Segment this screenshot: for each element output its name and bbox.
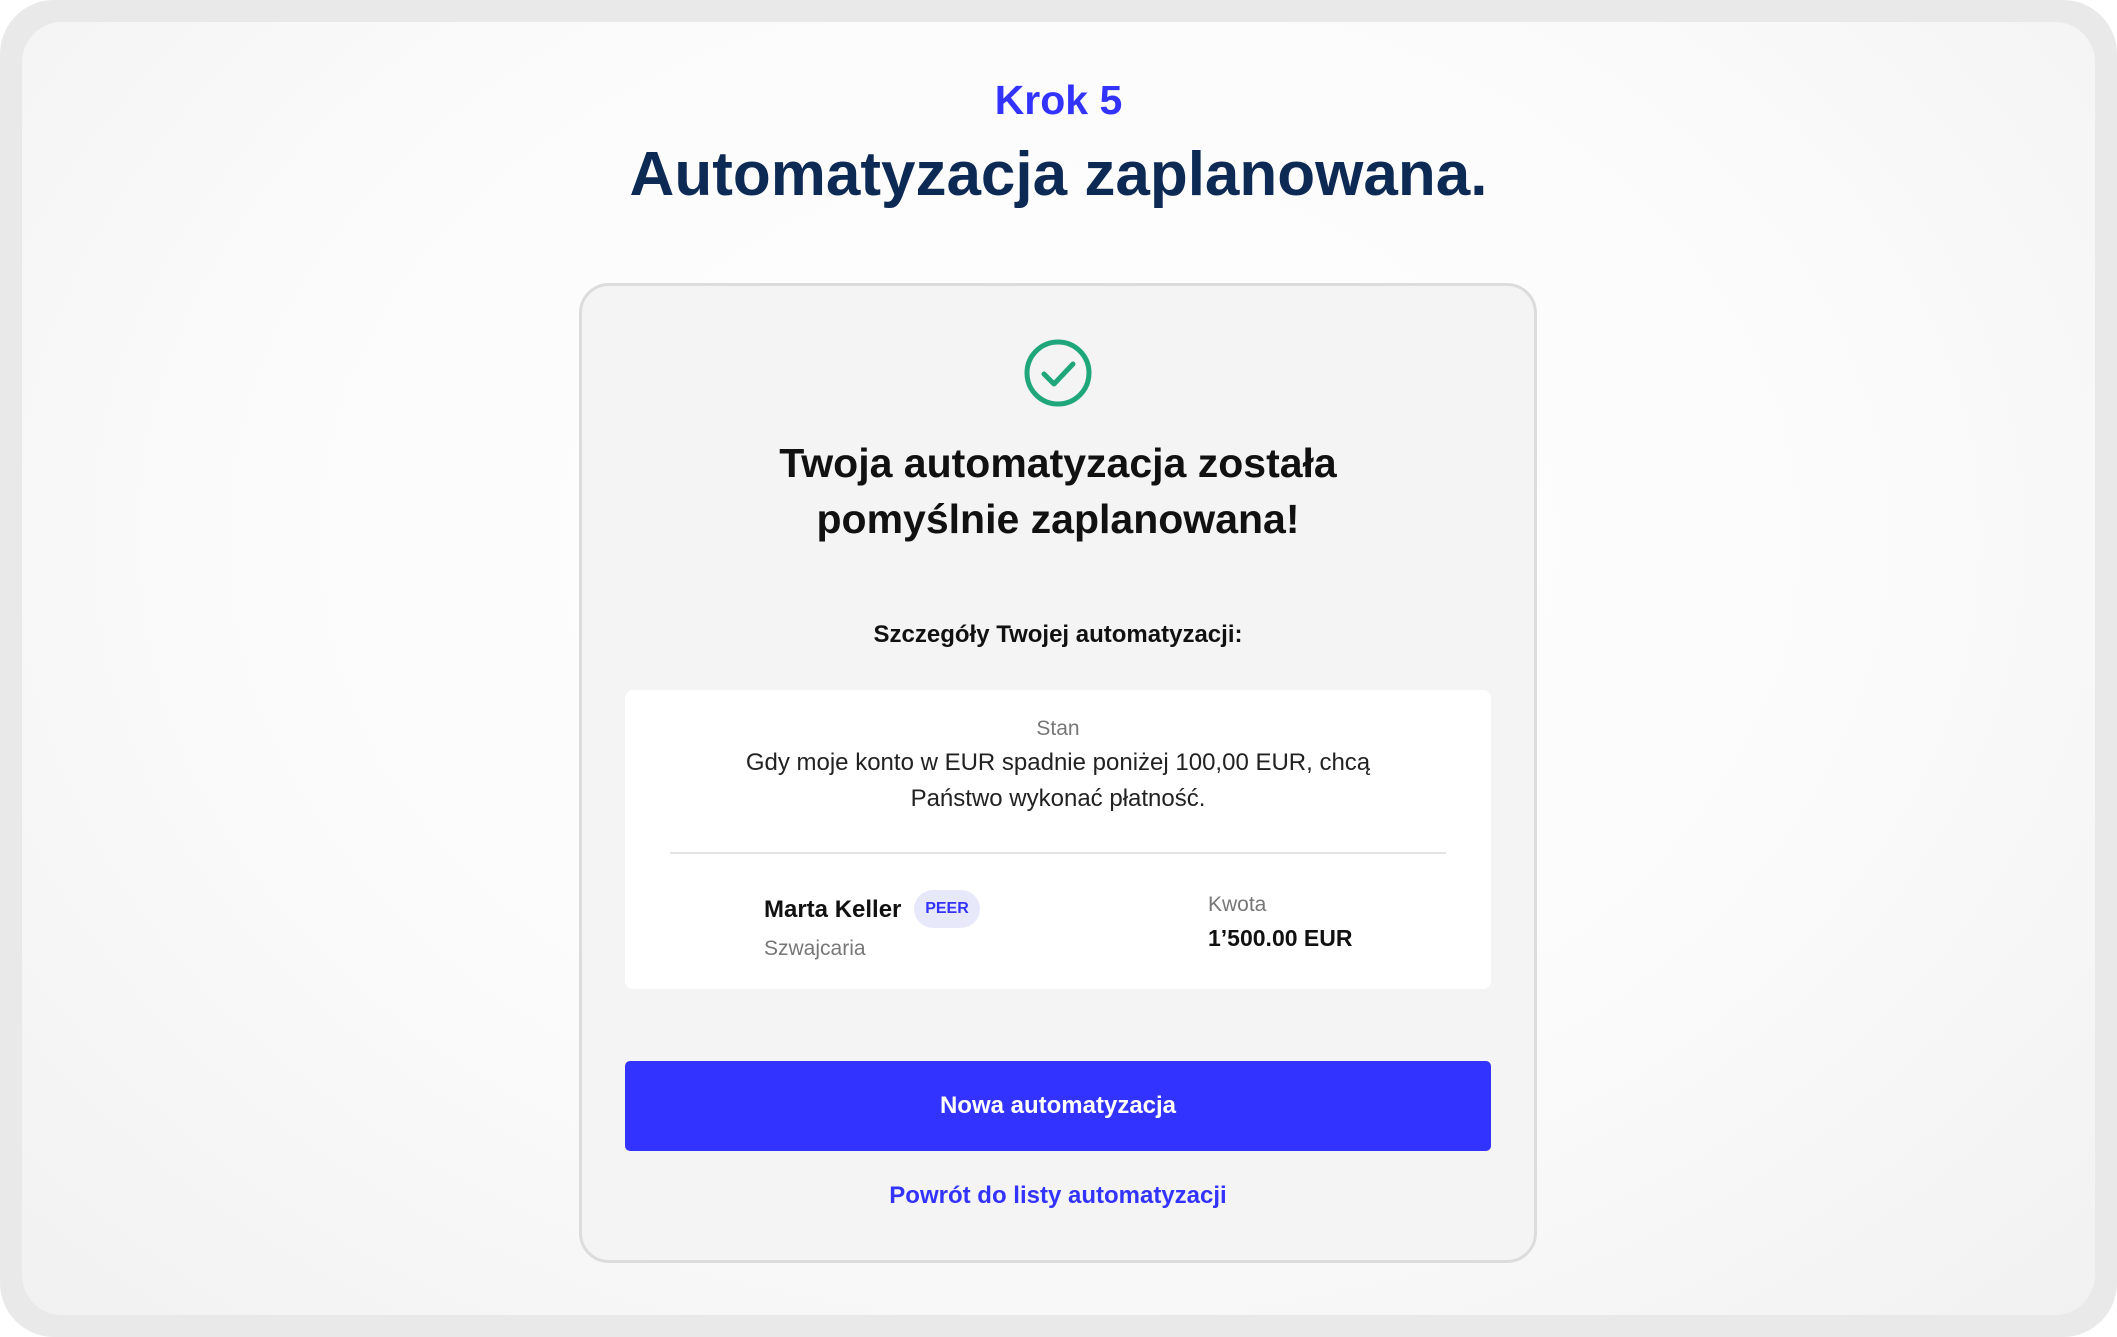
back-to-list-link[interactable]: Powrót do listy automatyzacji <box>579 1179 1537 1213</box>
condition-text: Gdy moje konto w EUR spadnie poniżej 100… <box>700 745 1416 817</box>
success-message: Twoja automatyzacja została pomyślnie za… <box>579 435 1537 547</box>
page-title: Automatyzacja zaplanowana. <box>629 140 1488 209</box>
success-message-line: pomyślnie zaplanowana! <box>816 496 1300 542</box>
success-message-line: Twoja automatyzacja została <box>779 440 1337 486</box>
step-label: Krok 5 <box>994 77 1123 123</box>
divider <box>670 852 1446 854</box>
new-automation-button[interactable]: Nowa automatyzacja <box>625 1061 1491 1151</box>
condition-text-line: Gdy moje konto w EUR spadnie poniżej 100… <box>745 749 1371 776</box>
amount-label: Kwota <box>1208 893 1267 916</box>
peer-badge: PEER <box>914 890 980 928</box>
amount-value: 1’500.00 EUR <box>1208 925 1353 951</box>
details-heading: Szczegóły Twojej automatyzacji: <box>873 621 1243 648</box>
check-circle-icon <box>1024 339 1092 407</box>
recipient-name: Marta Keller <box>764 896 902 923</box>
recipient-country: Szwajcaria <box>764 937 866 960</box>
condition-label: Stan <box>1036 717 1080 740</box>
condition-text-line: Państwo wykonać płatność. <box>910 785 1206 812</box>
